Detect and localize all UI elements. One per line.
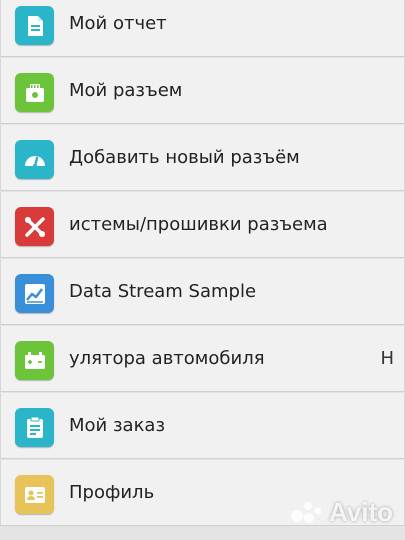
menu-item-label: Мой отчет [69,13,167,34]
menu-item-battery[interactable]: улятора автомобиля Н [0,326,405,392]
menu-item-label: Мой разъем [69,80,183,101]
gauge-icon [15,140,54,179]
id-card-icon [15,475,54,514]
menu-item-my-connector[interactable]: Мой разъем [0,58,405,124]
menu-item-my-order[interactable]: Мой заказ [0,393,405,459]
menu-item-label: улятора автомобиля [69,348,265,369]
menu-item-label: Мой заказ [69,415,166,436]
tools-icon [15,207,54,246]
menu-item-data-stream[interactable]: Data Stream Sample [0,259,405,325]
menu-item-add-connector[interactable]: Добавить новый разъём [0,125,405,191]
connector-icon [15,73,54,112]
battery-icon [15,341,54,380]
menu-item-label: истемы/прошивки разъема [69,214,328,235]
watermark-text: Avito [328,497,393,527]
clipboard-icon [15,408,54,447]
menu-item-label: Data Stream Sample [69,281,257,302]
menu-list: Мой отчет Мой разъем Добавить новый разъ… [0,0,405,527]
menu-item-firmware[interactable]: истемы/прошивки разъема [0,192,405,258]
avito-watermark: Avito [289,497,393,528]
menu-item-label: Добавить новый разъём [69,147,300,168]
menu-item-my-report[interactable]: Мой отчет [0,0,405,57]
document-icon [15,6,54,45]
avito-logo-icon [290,501,322,523]
truncated-text: Н [380,348,394,369]
menu-item-label: Профиль [69,482,155,503]
chart-icon [15,274,54,313]
